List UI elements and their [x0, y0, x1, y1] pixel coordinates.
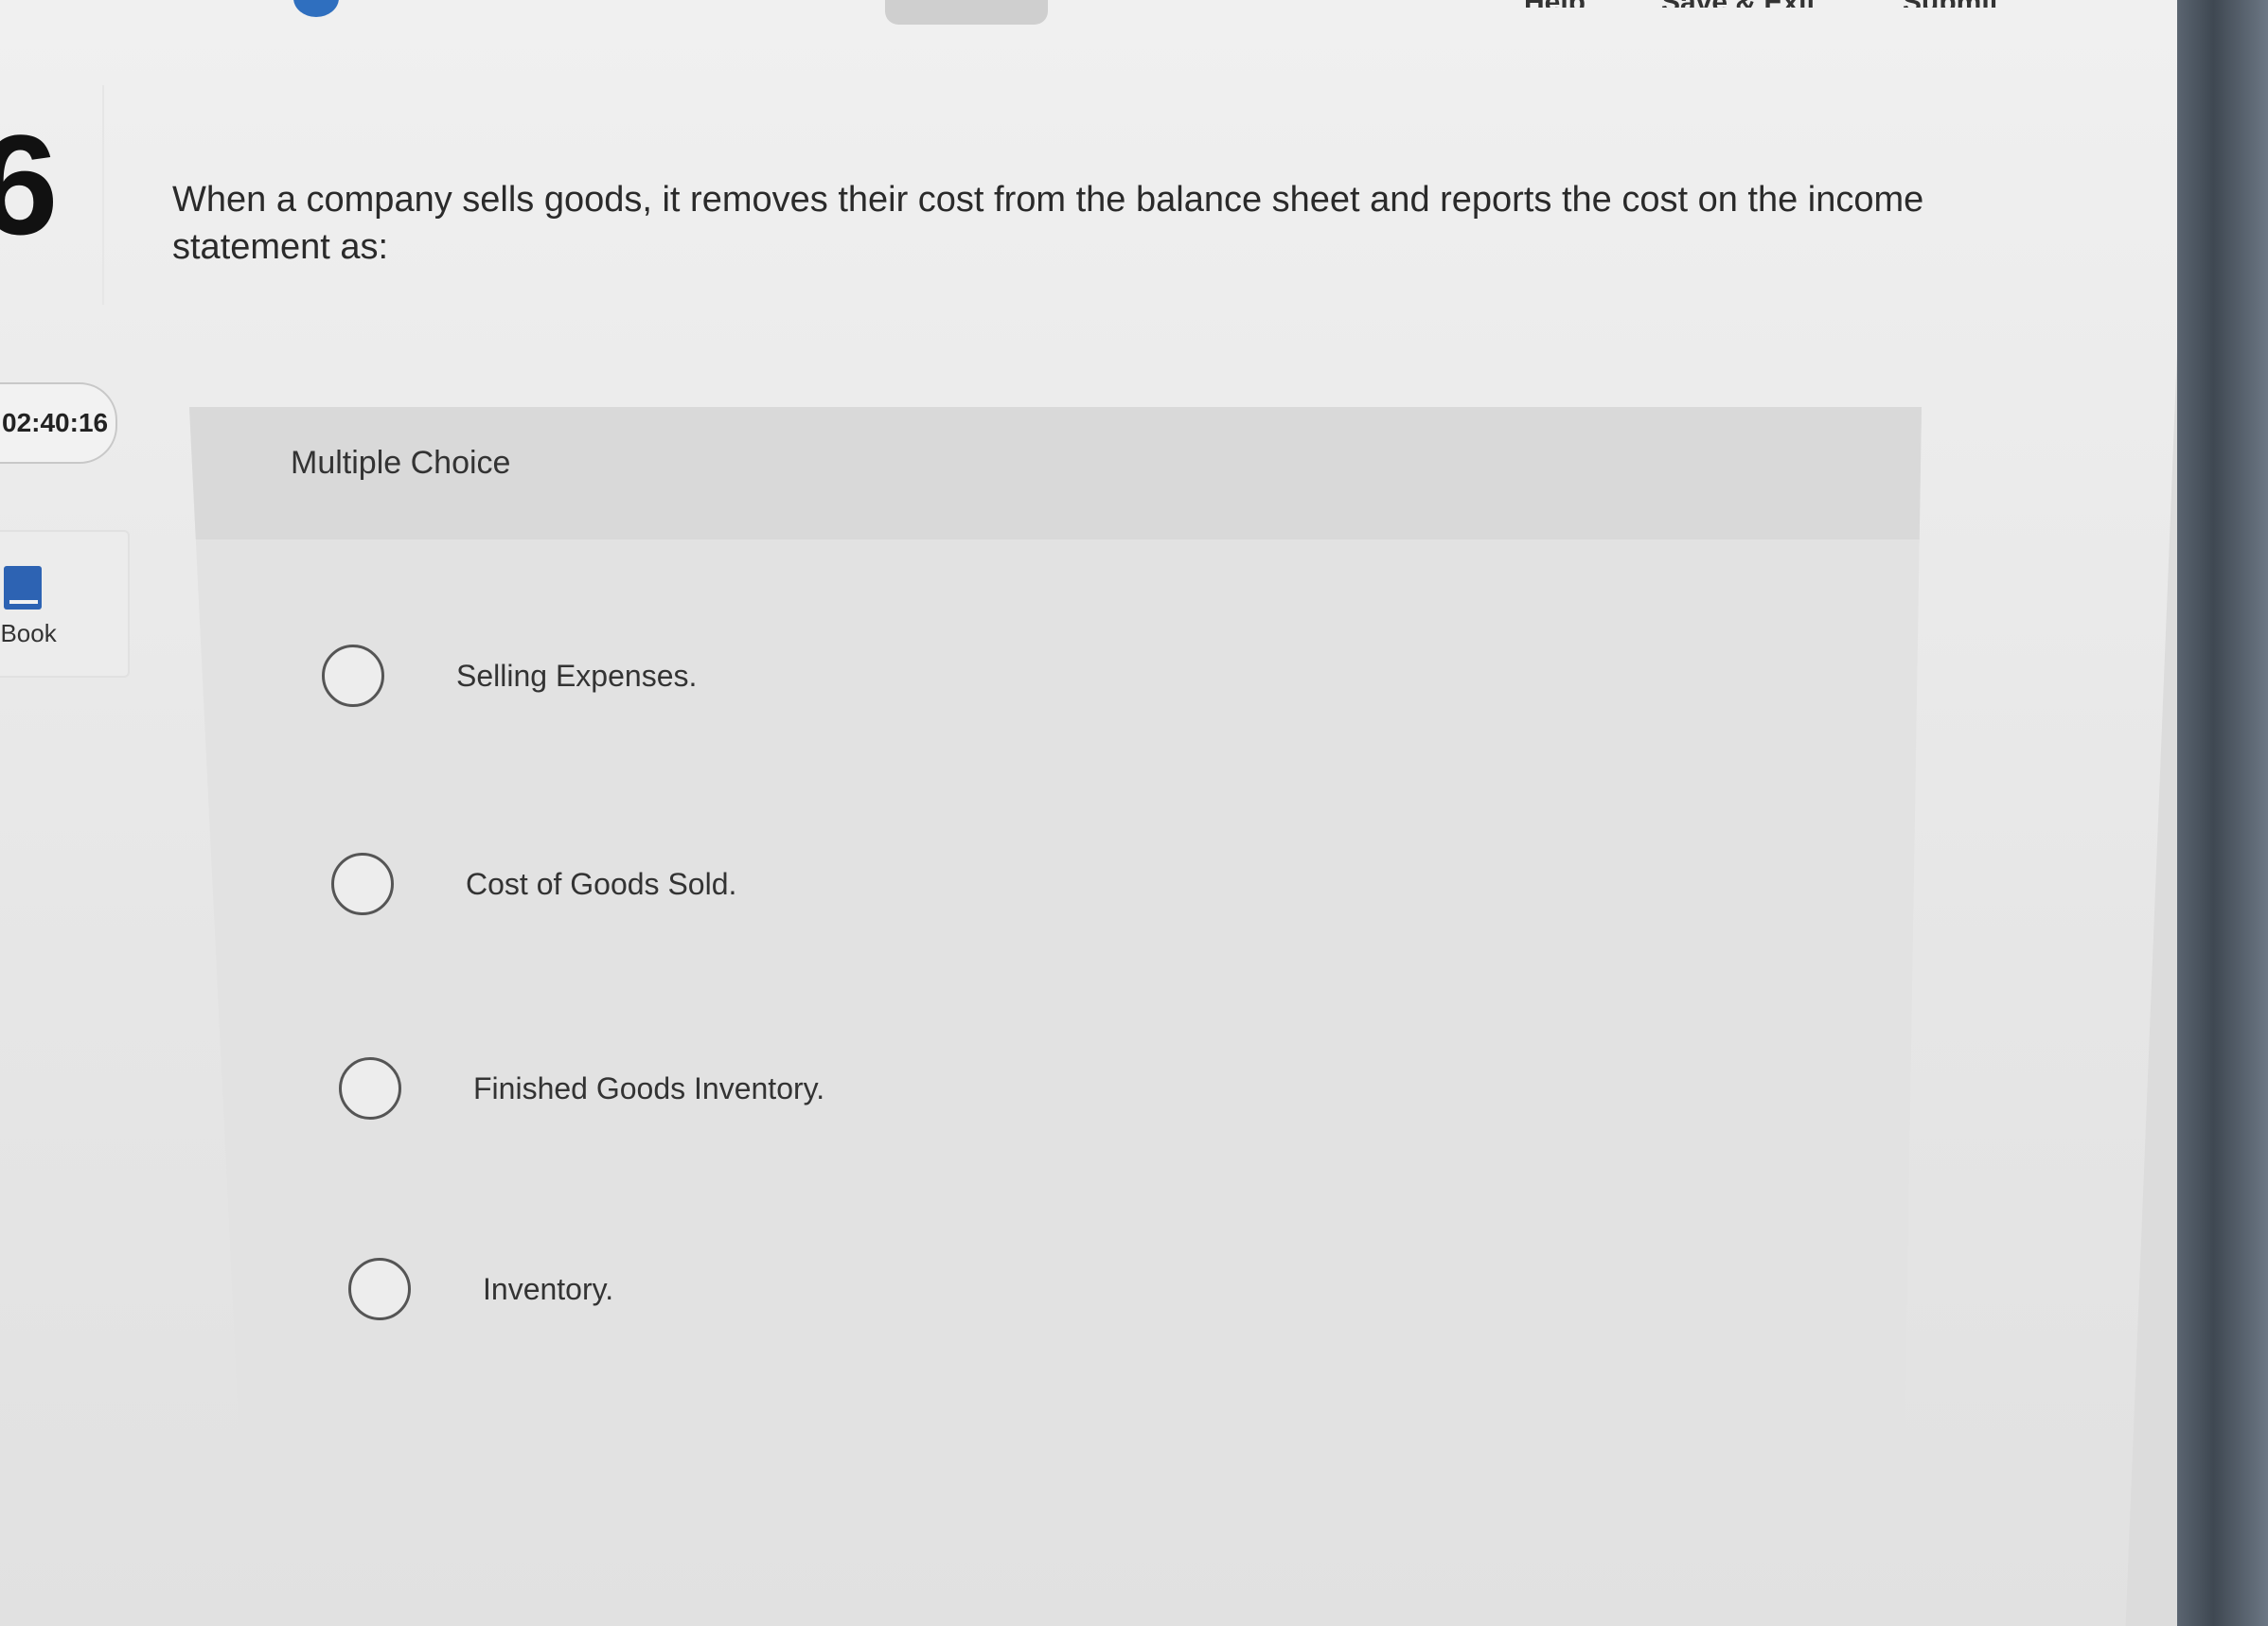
- option-finished-goods-inventory[interactable]: Finished Goods Inventory.: [339, 1054, 824, 1122]
- option-label: Inventory.: [483, 1271, 614, 1306]
- saved-indicator: [885, 0, 1048, 25]
- help-button[interactable]: Help: [1524, 0, 1586, 8]
- info-icon[interactable]: [293, 0, 339, 17]
- question-type-label: Multiple Choice: [291, 445, 511, 481]
- question-number: 6: [0, 105, 59, 264]
- option-label: Cost of Goods Sold.: [466, 866, 737, 901]
- radio-button[interactable]: [348, 1258, 411, 1320]
- book-icon: [4, 566, 42, 610]
- radio-button[interactable]: [322, 645, 384, 707]
- save-exit-button[interactable]: Save & Exit: [1661, 0, 1816, 8]
- option-label: Selling Expenses.: [456, 658, 698, 693]
- ebook-label: eBook: [0, 619, 57, 647]
- radio-button[interactable]: [331, 853, 394, 915]
- option-label: Finished Goods Inventory.: [473, 1070, 825, 1105]
- option-selling-expenses[interactable]: Selling Expenses.: [322, 642, 697, 710]
- option-inventory[interactable]: Inventory.: [348, 1255, 613, 1323]
- screen: Help Save & Exit Submit 6 02:40:16 eBook…: [0, 0, 2191, 1626]
- question-text: When a company sells goods, it removes t…: [172, 180, 1924, 267]
- monitor-bezel: [2177, 0, 2268, 1626]
- timer: 02:40:16: [0, 382, 117, 464]
- submit-button[interactable]: Submit: [1903, 0, 1999, 8]
- top-bar: Help Save & Exit Submit: [0, 0, 2191, 25]
- radio-button[interactable]: [339, 1057, 401, 1120]
- ebook-button[interactable]: eBook: [0, 530, 130, 678]
- option-cost-of-goods-sold[interactable]: Cost of Goods Sold.: [331, 850, 736, 918]
